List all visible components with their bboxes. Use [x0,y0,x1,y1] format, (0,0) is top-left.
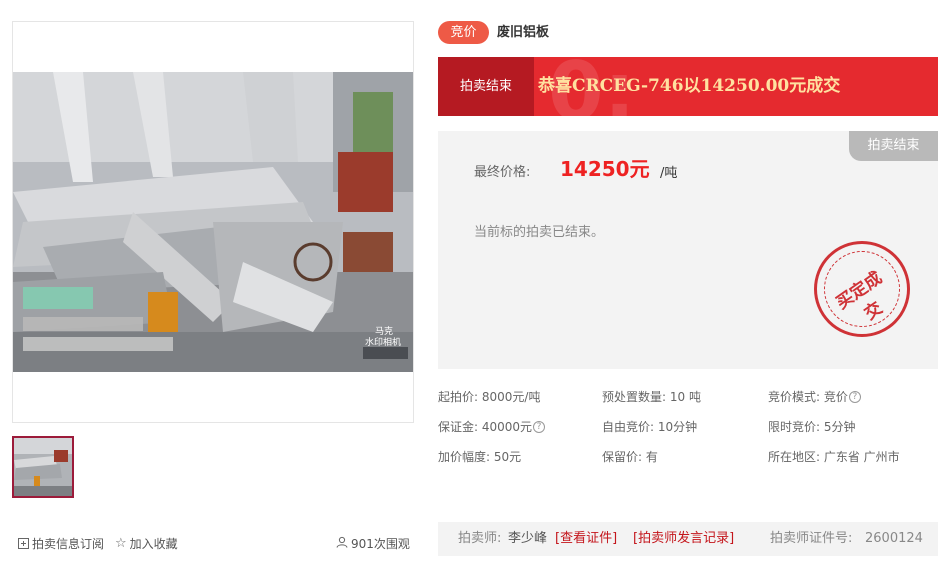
auctioneer-name: 李少峰 [508,531,548,546]
limited-bid-time: 限时竞价: 5分钟 [768,420,856,434]
lot-title: 废旧铝板 [497,25,550,40]
user-icon [336,536,348,551]
help-icon[interactable]: ? [533,420,546,433]
speech-record-link[interactable]: [拍卖师发言记录] [633,522,734,556]
bid-type-tag: 竞价 [438,21,489,44]
final-price-value: 14250元 [560,157,650,181]
main-product-photo[interactable]: 马克 水印相机 [12,21,414,423]
reserve-price: 保留价: 有 [602,450,658,464]
auction-ended-corner: 拍卖结束 [849,131,938,161]
auctioneer-label: 拍卖师: [458,531,502,546]
plus-square-icon [18,538,29,549]
quantity: 预处置数量: 10 吨 [602,390,701,404]
bid-mode: 竞价模式: 竞价? [768,388,861,405]
deal-message: 恭喜CRCEG-746以14250.00元成交 [538,76,841,96]
final-price-unit: /吨 [660,166,678,181]
favorite-button[interactable]: ☆ 加入收藏 [115,535,178,552]
watermark-line2: 水印相机 [365,336,401,348]
deposit: 保证金: 40000元? [438,418,546,435]
subscribe-label: 拍卖信息订阅 [32,537,105,551]
location: 所在地区: 广东省 广州市 [768,450,900,464]
view-certificate-link[interactable]: [查看证件] [555,522,617,556]
help-icon[interactable]: ? [848,390,861,403]
auction-ended-notice: 当前标的拍卖已结束。 [474,225,605,240]
cert-number-label: 拍卖师证件号: [770,531,853,546]
star-icon: ☆ [115,536,127,551]
auction-status-label: 拍卖结束 [438,57,534,116]
auction-info-grid: 起拍价: 8000元/吨 预处置数量: 10 吨 竞价模式: 竞价? 保证金: … [438,388,938,468]
scrap-aluminum-photo: 马克 水印相机 [13,72,413,372]
views-label: 901次围观 [351,537,410,551]
start-price: 起拍价: 8000元/吨 [438,390,541,404]
subscribe-button[interactable]: 拍卖信息订阅 [18,535,104,552]
free-bid-time: 自由竞价: 10分钟 [602,420,698,434]
final-result-panel: 拍卖结束 最终价格: 14250元 /吨 当前标的拍卖已结束。 买定成交 [438,131,938,369]
thumbnail-1[interactable] [12,436,74,498]
bid-increment: 加价幅度: 50元 [438,450,522,464]
auctioneer-bar: 拍卖师: 李少峰 [查看证件] [拍卖师发言记录] 拍卖师证件号: 260012… [438,522,938,556]
auction-result-banner: 拍卖结束 0: 恭喜CRCEG-746以14250.00元成交 [438,57,938,116]
left-action-bar: 拍卖信息订阅 ☆ 加入收藏 901次围观 [18,535,410,551]
favorite-label: 加入收藏 [129,537,178,551]
deal-stamp: 买定成交 [814,241,910,337]
watermark-line1: 马克 [375,326,393,337]
final-price-label: 最终价格: [474,165,531,180]
cert-number-value: 2600124 [865,531,923,546]
views-counter: 901次围观 [336,535,410,552]
